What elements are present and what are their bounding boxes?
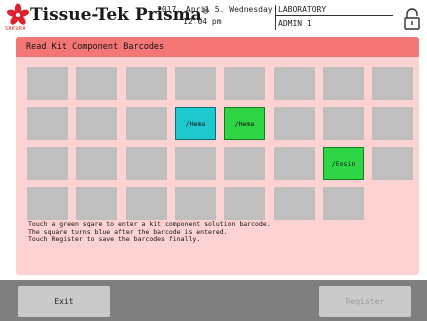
component-slot: [224, 147, 265, 180]
date-display: 2017. April 5. Wednesday: [157, 5, 273, 14]
component-slot-pending[interactable]: /Eosin: [323, 147, 364, 180]
component-slot: [274, 147, 315, 180]
exit-button[interactable]: Exit: [18, 286, 110, 317]
panel-header: Read Kit Component Barcodes: [16, 37, 419, 57]
component-slot: [126, 107, 167, 140]
component-slot: [76, 107, 117, 140]
component-slot: [175, 67, 216, 100]
component-slot: [224, 187, 265, 220]
location-divider: [275, 5, 276, 30]
maker-label: SAKURA: [5, 26, 27, 32]
component-slot: [27, 147, 68, 180]
component-slot: [126, 67, 167, 100]
instructions: Touch a green sqare to enter a kit compo…: [28, 220, 271, 244]
component-slot: [372, 67, 413, 100]
location-label: LABORATORY: [278, 5, 327, 14]
component-slot: [126, 147, 167, 180]
instruction-line: Touch Register to save the barcodes fina…: [28, 235, 201, 244]
time-display: 12 04 pm: [183, 17, 222, 26]
component-slot: [372, 107, 413, 140]
component-slot: [372, 147, 413, 180]
component-slot-pending[interactable]: /Hema: [224, 107, 265, 140]
top-bar: SAKURA Tissue-Tek Prisma® 2017. April 5.…: [0, 0, 427, 36]
panel-title: Read Kit Component Barcodes: [26, 42, 165, 52]
component-slot: [274, 67, 315, 100]
location-underline: [275, 15, 393, 16]
component-slot: [323, 107, 364, 140]
register-button[interactable]: Register: [319, 286, 411, 317]
component-slot: [76, 147, 117, 180]
component-slot: [323, 187, 364, 220]
component-slot-entered: /Hema: [175, 107, 216, 140]
component-slot: [76, 67, 117, 100]
component-slot: [126, 187, 167, 220]
component-slot: [27, 107, 68, 140]
component-slot: [274, 107, 315, 140]
lock-icon[interactable]: [403, 8, 421, 30]
component-slot: [224, 67, 265, 100]
component-slot: [274, 187, 315, 220]
component-slot: [76, 187, 117, 220]
component-slot: [323, 67, 364, 100]
component-slot: [27, 67, 68, 100]
component-slot: [27, 187, 68, 220]
sakura-flower-icon: [6, 3, 30, 25]
component-slot: [175, 187, 216, 220]
user-label: ADMIN 1: [278, 19, 312, 28]
component-slot: [175, 147, 216, 180]
